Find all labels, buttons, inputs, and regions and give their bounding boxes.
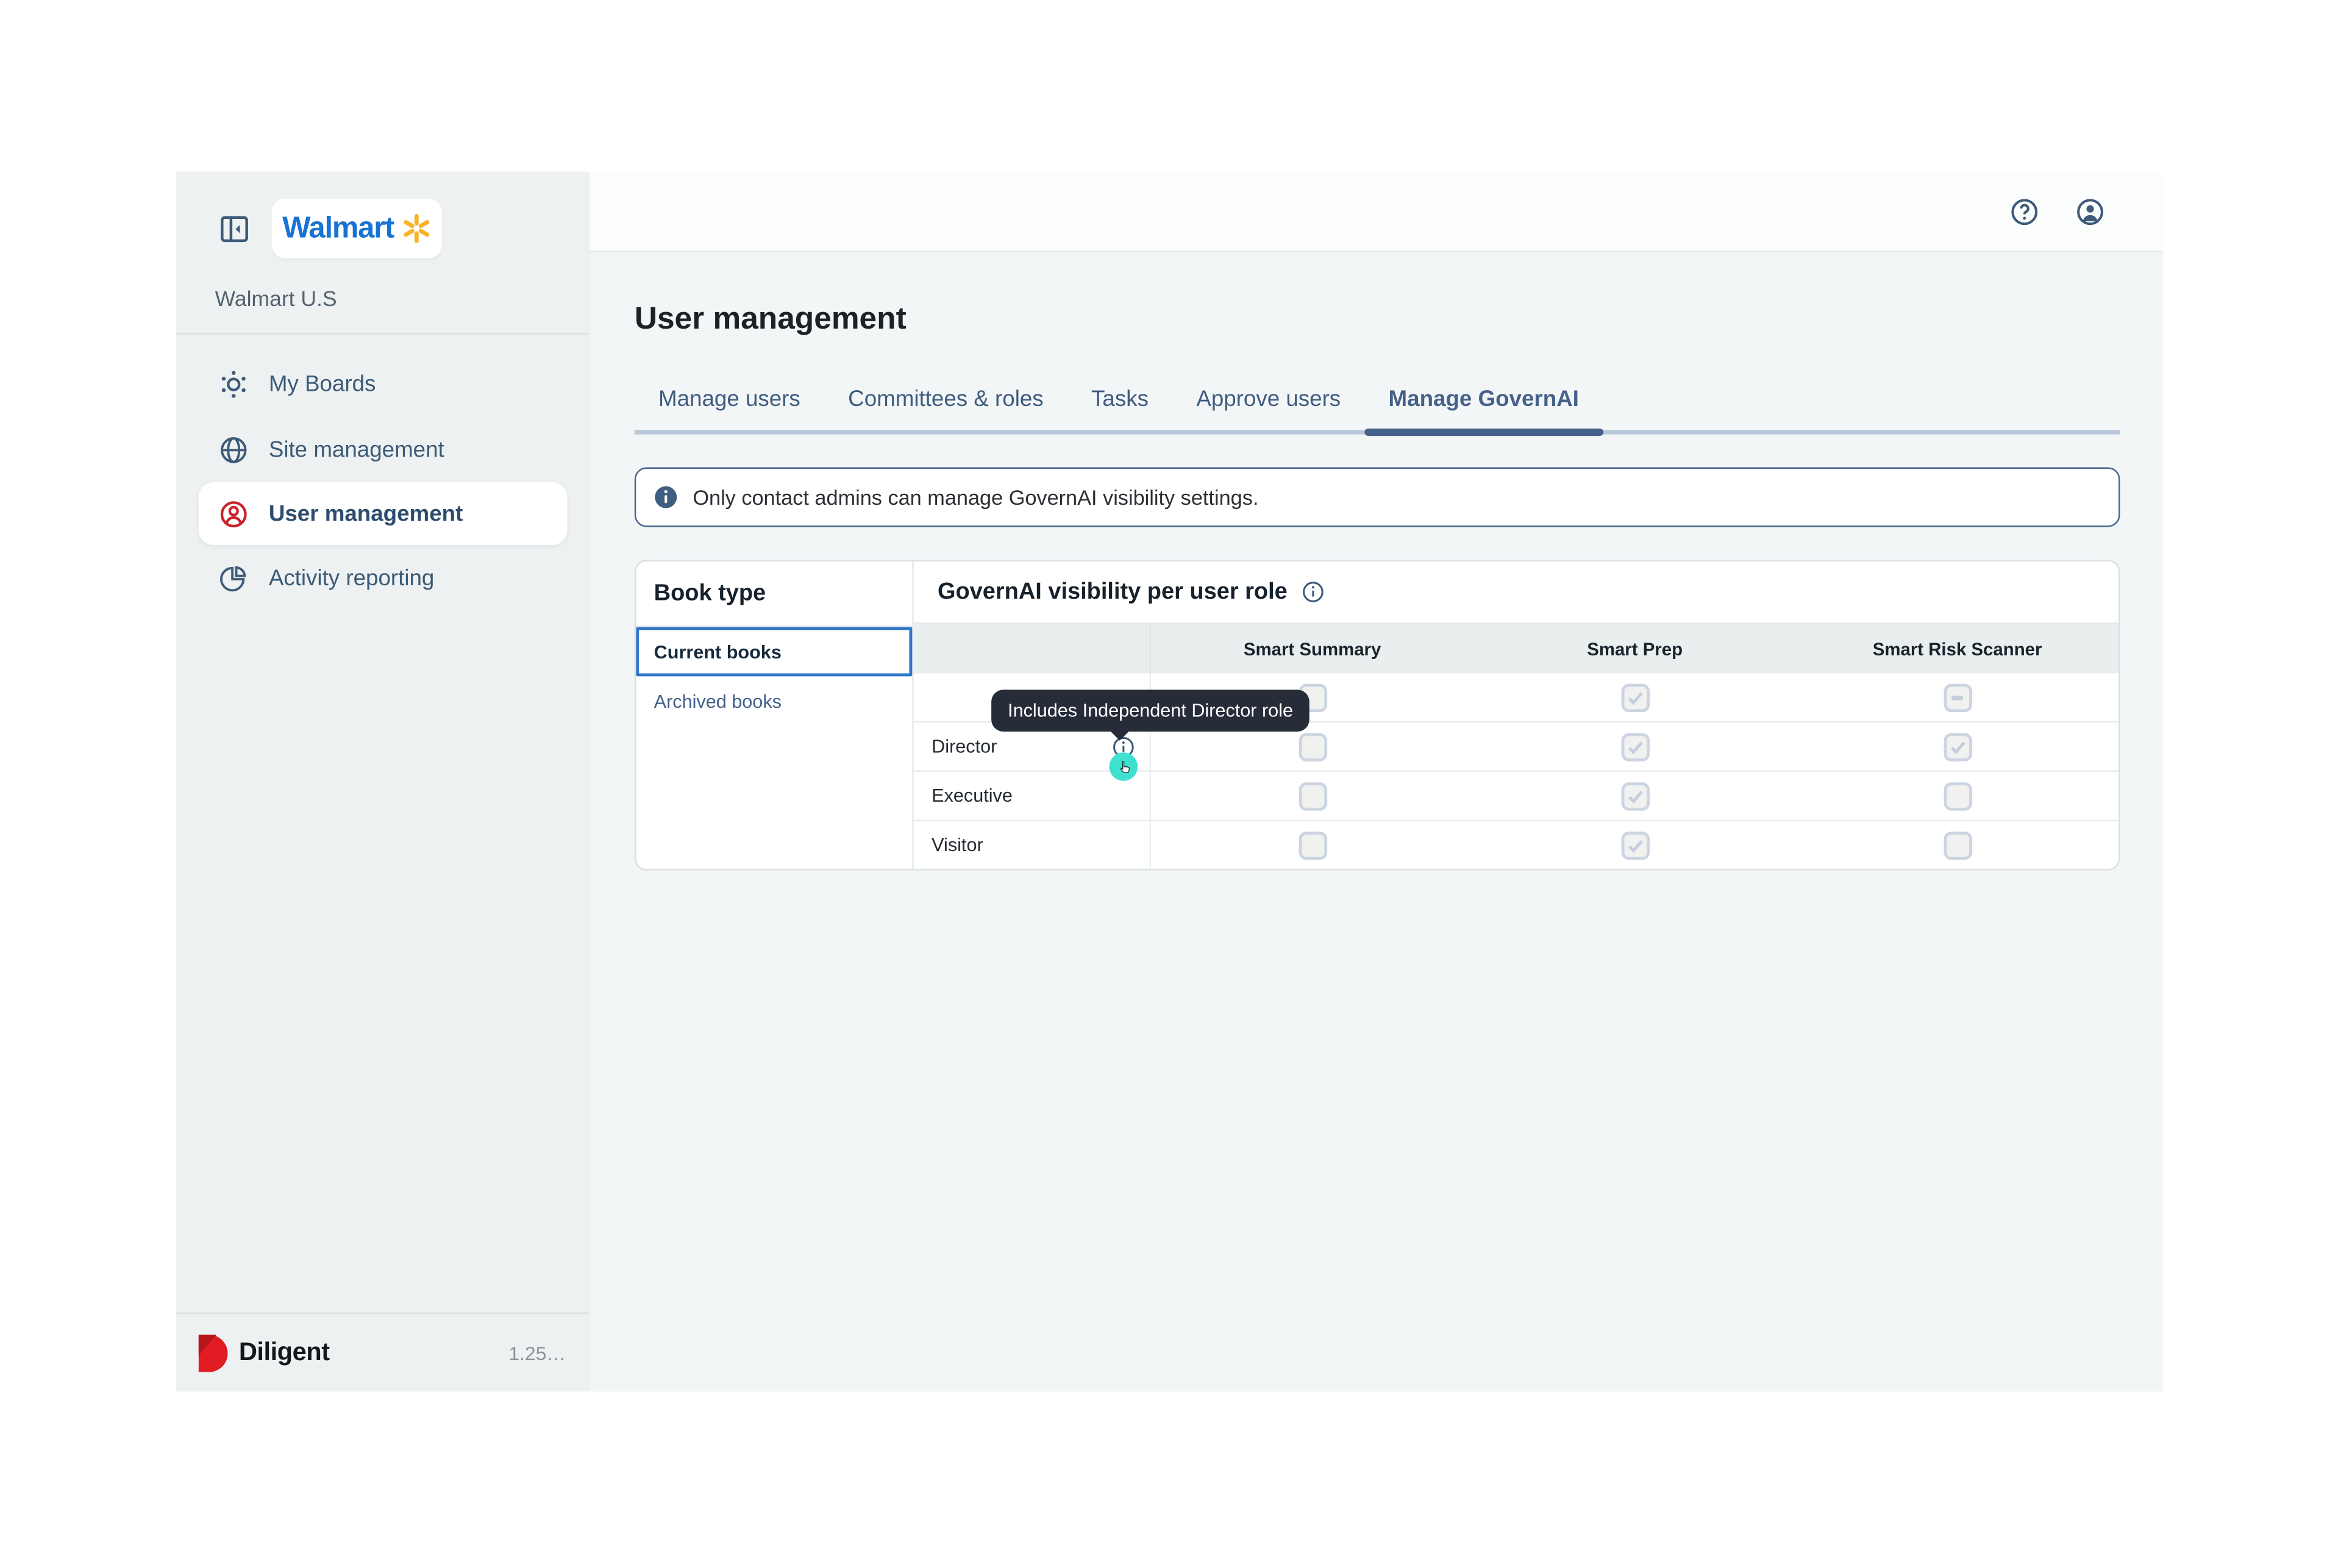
sidebar-item-label: My Boards	[269, 371, 376, 397]
role-name: Director	[932, 736, 997, 757]
sidebar: Walmart Walmart U.S	[176, 172, 590, 1392]
top-bar	[590, 172, 2163, 252]
walmart-spark-icon	[401, 213, 431, 243]
book-type-header: Book type	[636, 561, 912, 627]
tab-committees-roles[interactable]: Committees & roles	[824, 387, 1067, 430]
sidebar-item-label: Activity reporting	[269, 565, 435, 591]
sidebar-collapse-icon[interactable]	[218, 212, 251, 245]
walmart-wordmark: Walmart	[282, 212, 394, 246]
info-filled-icon	[654, 485, 678, 509]
help-icon[interactable]	[2009, 196, 2039, 226]
checkbox-smart-prep[interactable]	[1620, 733, 1649, 761]
visibility-info-icon[interactable]	[1302, 581, 1325, 604]
checkbox-smart-summary[interactable]	[1298, 831, 1327, 860]
checkbox-smart-summary[interactable]	[1298, 782, 1327, 810]
sidebar-item-site-management[interactable]: Site management	[176, 416, 590, 482]
role-label: Executive	[914, 772, 1151, 820]
boards-icon	[218, 368, 249, 399]
checkbox-smart-risk-scanner[interactable]	[1943, 831, 1972, 860]
book-type-archived-books[interactable]: Archived books	[636, 676, 912, 725]
table-row: Executive	[914, 771, 2118, 820]
diligent-brand-name: Diligent	[239, 1338, 330, 1367]
checkbox-smart-prep[interactable]	[1620, 831, 1649, 860]
sidebar-footer: Diligent 1.25…	[176, 1313, 590, 1392]
info-banner-text: Only contact admins can manage GovernAI …	[693, 485, 1258, 509]
column-smart-summary: Smart Summary	[1151, 625, 1473, 674]
user-circle-icon	[218, 498, 249, 529]
grid-header-role-cell	[914, 625, 1151, 674]
checkbox-smart-prep[interactable]	[1620, 683, 1649, 712]
sidebar-item-my-boards[interactable]: My Boards	[176, 351, 590, 417]
sidebar-header: Walmart	[176, 172, 590, 276]
visibility-header-label: GovernAI visibility per user role	[938, 579, 1288, 605]
diligent-brand: Diligent	[199, 1334, 330, 1371]
checkbox-smart-summary[interactable]	[1298, 733, 1327, 761]
main-area: User management Manage users Committees …	[590, 172, 2163, 1392]
tab-manage-users[interactable]: Manage users	[635, 387, 824, 430]
book-type-column: Book type Current books Archived books	[636, 561, 914, 869]
role-label: Visitor	[914, 821, 1151, 869]
checkbox-smart-risk-scanner[interactable]	[1943, 782, 1972, 810]
checkbox-smart-risk-scanner[interactable]	[1943, 683, 1972, 712]
org-name: Walmart U.S	[176, 276, 590, 312]
book-type-current-books[interactable]: Current books	[636, 627, 912, 677]
profile-icon[interactable]	[2075, 196, 2105, 226]
page-title: User management	[635, 302, 2120, 338]
column-smart-prep: Smart Prep	[1473, 625, 1796, 674]
pie-chart-icon	[218, 562, 249, 593]
sidebar-item-label: Site management	[269, 437, 444, 462]
page-content: User management Manage users Committees …	[590, 252, 2163, 1392]
table-row: Visitor	[914, 820, 2118, 869]
visibility-table: Book type Current books Archived books G…	[635, 560, 2120, 870]
checkbox-smart-prep[interactable]	[1620, 782, 1649, 810]
checkbox-smart-risk-scanner[interactable]	[1943, 733, 1972, 761]
grid-header-row: Smart Summary Smart Prep Smart Risk Scan…	[914, 625, 2118, 674]
tab-tasks[interactable]: Tasks	[1067, 387, 1172, 430]
visibility-header: GovernAI visibility per user role	[914, 561, 2118, 625]
diligent-logo-icon	[199, 1334, 230, 1371]
sidebar-item-activity-reporting[interactable]: Activity reporting	[176, 545, 590, 611]
sidebar-menu: My Boards Site management User managemen…	[176, 335, 590, 611]
globe-icon	[218, 433, 249, 465]
screen: Walmart Walmart U.S	[0, 0, 2341, 1567]
org-logo[interactable]: Walmart	[272, 199, 442, 258]
tooltip-includes-independent-director: Includes Independent Director role	[991, 690, 1309, 732]
sidebar-item-label: User management	[269, 501, 463, 527]
tab-manage-governai[interactable]: Manage GovernAI	[1364, 387, 1603, 430]
hand-pointer-icon	[1114, 758, 1132, 775]
app-version: 1.25…	[508, 1341, 566, 1364]
cursor-click-indicator	[1110, 752, 1138, 781]
visibility-table-wrap: Book type Current books Archived books G…	[635, 560, 2120, 870]
tab-bar: Manage users Committees & roles Tasks Ap…	[635, 387, 2120, 434]
tab-approve-users[interactable]: Approve users	[1172, 387, 1364, 430]
column-smart-risk-scanner: Smart Risk Scanner	[1796, 625, 2118, 674]
sidebar-item-user-management[interactable]: User management	[199, 482, 568, 545]
info-banner: Only contact admins can manage GovernAI …	[635, 468, 2120, 527]
app-window: Walmart Walmart U.S	[176, 172, 2164, 1392]
